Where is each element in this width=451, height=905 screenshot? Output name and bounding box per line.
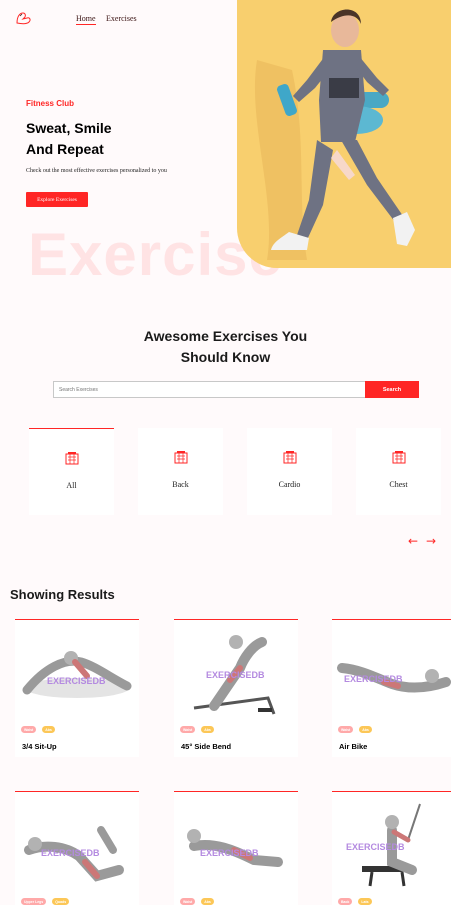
category-label: Chest — [389, 480, 408, 489]
search-button[interactable]: Search — [365, 381, 419, 398]
gym-icon — [65, 452, 78, 465]
logo[interactable] — [14, 8, 34, 28]
tag-row: Waist Abs — [21, 726, 55, 733]
target-tag[interactable]: Lats — [358, 898, 372, 905]
exercisedb-watermark: EXERCISEDB — [344, 674, 403, 684]
category-label: Back — [172, 480, 189, 489]
target-tag[interactable]: Abs — [42, 726, 55, 733]
tag-row: Back Lats — [338, 898, 372, 905]
search-input[interactable] — [53, 381, 365, 398]
target-tag[interactable]: Abs — [201, 726, 214, 733]
nav-exercises-link[interactable]: Exercises — [106, 14, 137, 23]
body-part-tag[interactable]: Waist — [180, 898, 196, 905]
exercisedb-watermark: EXERCISEDB — [200, 848, 259, 858]
body-part-tag[interactable]: Upper Legs — [21, 898, 47, 905]
exercisedb-watermark: EXERCISEDB — [41, 848, 100, 858]
exercisedb-watermark: EXERCISEDB — [47, 676, 106, 686]
exercise-card[interactable]: EXERCISEDB Waist Abs 3/4 Sit-Up — [15, 619, 139, 757]
target-tag[interactable]: Abs — [359, 726, 372, 733]
body-part-tag[interactable]: Waist — [338, 726, 354, 733]
hero-title-line-2: And Repeat — [26, 141, 104, 157]
arrow-right-icon[interactable]: → — [426, 534, 436, 548]
tag-row: Waist Abs — [180, 726, 214, 733]
exercise-image: EXERCISEDB — [187, 829, 283, 867]
gym-icon — [392, 451, 405, 464]
exercise-image: EXERCISEDB — [346, 803, 421, 887]
arrow-left-icon[interactable]: ← — [408, 534, 418, 548]
gym-icon — [283, 451, 296, 464]
search-title-line-1: Awesome Exercises You — [143, 328, 308, 344]
exercise-card[interactable]: EXERCISEDB Waist Abs 45° Side Bend — [174, 619, 298, 757]
exercise-image: EXERCISEDB — [24, 826, 124, 882]
tag-row: Waist Abs — [338, 726, 372, 733]
category-label: All — [66, 481, 77, 490]
exercise-image: EXERCISEDB — [337, 663, 451, 693]
exercise-card[interactable]: EXERCISEDB Waist Abs Air Bike — [332, 619, 451, 757]
hero-tagline: Fitness Club — [26, 99, 75, 108]
exercise-card[interactable]: EXERCISEDB Back Lats — [332, 791, 451, 905]
exercise-image: EXERCISEDB — [193, 635, 276, 715]
target-tag[interactable]: Quads — [52, 898, 70, 905]
tag-row: Waist Abs — [180, 898, 214, 905]
hero-subtitle: Check out the most effective exercises p… — [26, 168, 167, 174]
exercisedb-watermark: EXERCISEDB — [346, 842, 405, 852]
nav-home-link[interactable]: Home — [76, 14, 96, 25]
gym-icon — [174, 451, 187, 464]
hero-title-line-1: Sweat, Smile — [26, 120, 112, 136]
category-card-chest[interactable]: Chest — [356, 428, 441, 515]
search-section-title: Awesome Exercises You Should Know — [0, 326, 451, 368]
exercise-name: 45° Side Bend — [181, 742, 232, 751]
category-card-all[interactable]: All — [29, 428, 114, 515]
category-card-cardio[interactable]: Cardio — [247, 428, 332, 515]
exercise-card[interactable]: EXERCISEDB Upper Legs Quads — [15, 791, 139, 905]
exercise-card[interactable]: EXERCISEDB Waist Abs — [174, 791, 298, 905]
hero-banner-image — [237, 0, 451, 268]
results-title: Showing Results — [10, 587, 115, 602]
hero-title: Sweat, Smile And Repeat — [26, 118, 112, 160]
exercise-name: Air Bike — [339, 742, 368, 751]
body-part-tag[interactable]: Waist — [180, 726, 196, 733]
search-title-line-2: Should Know — [180, 349, 271, 365]
explore-exercises-button[interactable]: Explore Exercises — [26, 192, 88, 207]
category-label: Cardio — [278, 480, 301, 489]
exercise-name: 3/4 Sit-Up — [22, 742, 57, 751]
category-card-back[interactable]: Back — [138, 428, 223, 515]
tag-row: Upper Legs Quads — [21, 898, 70, 905]
exercisedb-watermark: EXERCISEDB — [206, 670, 265, 680]
exercise-image: EXERCISEDB — [22, 651, 132, 698]
target-tag[interactable]: Abs — [201, 898, 214, 905]
body-part-tag[interactable]: Back — [338, 898, 353, 905]
body-part-tag[interactable]: Waist — [21, 726, 37, 733]
